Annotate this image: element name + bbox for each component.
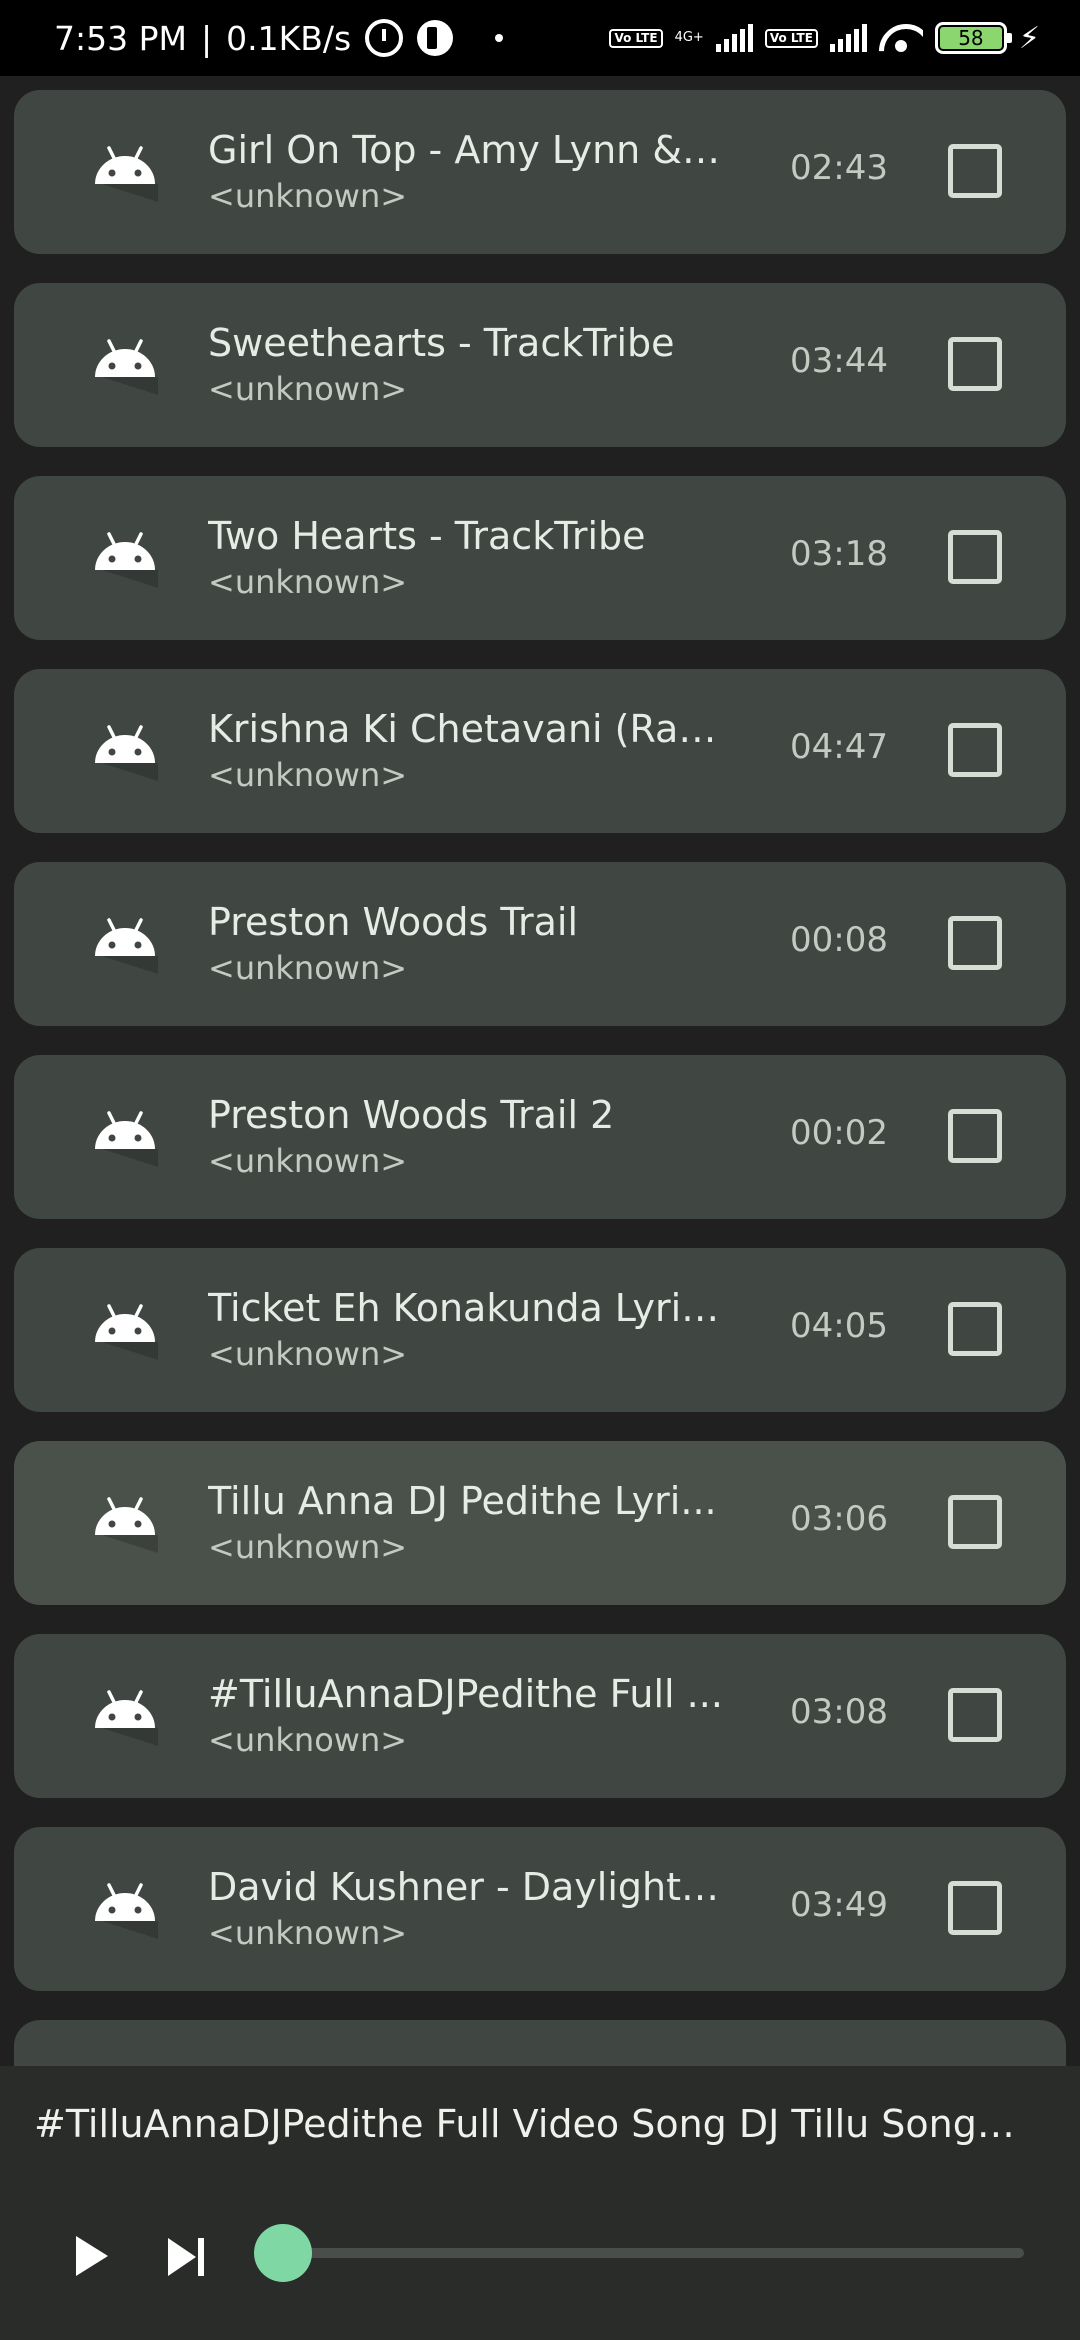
android-icon [95, 146, 158, 202]
song-select-checkbox[interactable] [948, 1688, 1002, 1742]
song-artist: <unknown> [208, 177, 408, 215]
song-duration: 02:43 [790, 148, 888, 188]
song-text: Two Hearts - TrackTribe <unknown> [208, 512, 728, 604]
song-artist: <unknown> [208, 563, 408, 601]
song-duration: 03:06 [790, 1499, 888, 1539]
song-card[interactable]: Ticket Eh Konakunda Lyric... <unknown> 0… [14, 1248, 1066, 1412]
song-text: David Kushner - Daylight (... <unknown> [208, 1863, 728, 1955]
song-text: Preston Woods Trail <unknown> [208, 898, 728, 990]
wifi-icon [879, 22, 923, 54]
song-select-checkbox[interactable] [948, 144, 1002, 198]
song-duration: 00:02 [790, 1113, 888, 1153]
song-title: Girl On Top - Amy Lynn & t... [208, 128, 728, 172]
song-title: Tillu Anna DJ Pedithe Lyri... [208, 1479, 717, 1523]
song-select-checkbox[interactable] [948, 723, 1002, 777]
song-title: Ticket Eh Konakunda Lyric... [208, 1286, 728, 1330]
more-notifications-dot-icon [495, 34, 504, 42]
status-network-speed: 0.1KB/s [226, 18, 352, 58]
song-duration: 04:47 [790, 727, 888, 767]
mini-player: #TilluAnnaDJPedithe Full Video Song DJ T… [0, 2066, 1080, 2340]
song-duration: 03:08 [790, 1692, 888, 1732]
song-card[interactable]: #TilluAnnaDJPedithe Full ... <unknown> 0… [14, 1634, 1066, 1798]
song-card[interactable]: Preston Woods Trail <unknown> 00:08 [14, 862, 1066, 1026]
song-artist: <unknown> [208, 949, 408, 987]
song-duration: 03:18 [790, 534, 888, 574]
play-icon[interactable] [70, 2236, 110, 2278]
song-title: Two Hearts - TrackTribe [208, 514, 646, 558]
song-select-checkbox[interactable] [948, 1109, 1002, 1163]
battery-level: 58 [939, 26, 1002, 50]
song-title: Preston Woods Trail [208, 900, 579, 944]
song-artist: <unknown> [208, 1721, 408, 1759]
song-card[interactable]: Two Hearts - TrackTribe <unknown> 03:18 [14, 476, 1066, 640]
song-select-checkbox[interactable] [948, 337, 1002, 391]
song-select-checkbox[interactable] [948, 530, 1002, 584]
song-card[interactable]: David Kushner - Daylight (... <unknown> … [14, 1827, 1066, 1991]
song-card[interactable]: Girl On Top - Amy Lynn & t... <unknown> … [14, 90, 1066, 254]
status-separator: | [200, 18, 213, 58]
song-artist: <unknown> [208, 370, 408, 408]
song-duration: 04:05 [790, 1306, 888, 1346]
skip-next-icon[interactable] [166, 2238, 210, 2276]
android-icon [95, 1497, 158, 1553]
song-card[interactable]: Sweethearts - TrackTribe <unknown> 03:44 [14, 283, 1066, 447]
song-title: Preston Woods Trail 2 [208, 1093, 615, 1137]
volte-badge-sim1: Vo LTE [609, 28, 663, 48]
status-left: 7:53 PM | 0.1KB/s [54, 18, 504, 58]
song-duration: 03:44 [790, 341, 888, 381]
song-artist: <unknown> [208, 756, 408, 794]
notification-app-icon [417, 20, 454, 56]
now-playing-title[interactable]: #TilluAnnaDJPedithe Full Video Song DJ T… [34, 2102, 1034, 2146]
network-type-label: 4G+ [674, 30, 704, 45]
song-title: Sweethearts - TrackTribe [208, 321, 675, 365]
android-icon [95, 725, 158, 781]
song-select-checkbox[interactable] [948, 916, 1002, 970]
song-card[interactable]: Preston Woods Trail 2 <unknown> 00:02 [14, 1055, 1066, 1219]
android-icon [95, 339, 158, 395]
android-icon [95, 1883, 158, 1939]
status-bar: 7:53 PM | 0.1KB/s Vo LTE 4G+ Vo LTE 58 ⚡ [0, 0, 1080, 76]
song-duration: 00:08 [790, 920, 888, 960]
song-select-checkbox[interactable] [948, 1495, 1002, 1549]
song-text: Krishna Ki Chetavani (Ras... <unknown> [208, 705, 728, 797]
charging-bolt-icon: ⚡ [1018, 20, 1040, 56]
alarm-icon [365, 19, 404, 57]
song-text: Sweethearts - TrackTribe <unknown> [208, 319, 728, 411]
song-card[interactable]: Krishna Ki Chetavani (Ras... <unknown> 0… [14, 669, 1066, 833]
song-title: Krishna Ki Chetavani (Ras... [208, 707, 728, 751]
volte-badge-sim2: Vo LTE [764, 28, 818, 48]
song-text: Tillu Anna DJ Pedithe Lyri... <unknown> [208, 1477, 728, 1569]
song-artist: <unknown> [208, 1335, 408, 1373]
android-icon [95, 532, 158, 588]
song-title: #TilluAnnaDJPedithe Full ... [208, 1672, 723, 1716]
android-icon [95, 1690, 158, 1746]
song-select-checkbox[interactable] [948, 1302, 1002, 1356]
seek-bar[interactable] [254, 2224, 1024, 2282]
song-text: Ticket Eh Konakunda Lyric... <unknown> [208, 1284, 728, 1376]
signal-sim1-icon [715, 24, 753, 52]
song-text: #TilluAnnaDJPedithe Full ... <unknown> [208, 1670, 728, 1762]
song-artist: <unknown> [208, 1914, 408, 1952]
signal-sim2-icon [829, 24, 867, 52]
android-icon [95, 918, 158, 974]
song-card[interactable]: Tillu Anna DJ Pedithe Lyri... <unknown> … [14, 1441, 1066, 1605]
song-artist: <unknown> [208, 1142, 408, 1180]
android-icon [95, 1304, 158, 1360]
song-artist: <unknown> [208, 1528, 408, 1566]
battery-icon: 58 [934, 22, 1012, 54]
status-right: Vo LTE 4G+ Vo LTE 58 ⚡ [609, 21, 1040, 56]
song-duration: 03:49 [790, 1885, 888, 1925]
android-icon [95, 1111, 158, 1167]
song-text: Girl On Top - Amy Lynn & t... <unknown> [208, 126, 728, 218]
seek-thumb[interactable] [254, 2224, 312, 2282]
song-select-checkbox[interactable] [948, 1881, 1002, 1935]
song-text: Preston Woods Trail 2 <unknown> [208, 1091, 728, 1183]
music-app-screen: 7:53 PM | 0.1KB/s Vo LTE 4G+ Vo LTE 58 ⚡ [0, 0, 1080, 2340]
status-time: 7:53 PM [54, 18, 187, 58]
song-title: David Kushner - Daylight (... [208, 1865, 728, 1909]
